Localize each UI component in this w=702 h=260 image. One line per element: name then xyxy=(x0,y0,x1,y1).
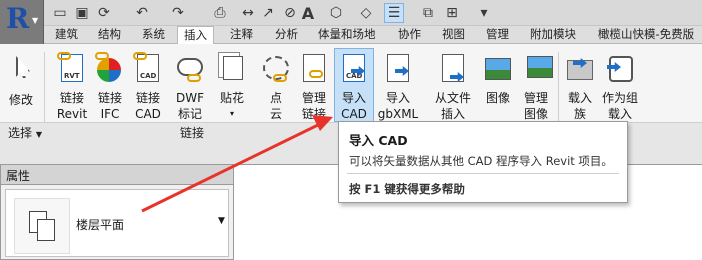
save-icon[interactable]: ▣ xyxy=(72,3,92,23)
point-cloud-button[interactable]: 点 云 xyxy=(258,52,294,122)
modify-label: 修改 xyxy=(8,93,33,107)
image-label: 图像 xyxy=(485,91,510,105)
link-cad-button[interactable]: CAD 链接 CAD xyxy=(130,52,166,122)
load-family-button[interactable]: 载入 族 xyxy=(562,52,598,122)
tab-olive-mountain[interactable]: 橄榄山快模-免费版 xyxy=(598,26,694,44)
select-panel-title[interactable]: 选择 ▼ xyxy=(8,124,42,141)
tag-icon[interactable]: ⊘ xyxy=(280,3,300,23)
link-revit-button[interactable]: RVT 链接 Revit xyxy=(54,52,90,122)
link-ifc-label: 链接 IFC xyxy=(97,91,122,121)
tab-systems[interactable]: 系统 xyxy=(142,26,165,44)
customize-qat-icon[interactable]: ▾ xyxy=(474,3,494,23)
tab-collaborate[interactable]: 协作 xyxy=(398,26,421,44)
import-cad-icon: CAD xyxy=(337,52,371,86)
quick-access-toolbar: R ▼ ▭ ▣ ⟳ ↶ ↷ ⎙ ↔ ↗ ⊘ A ⬡ ◇ ☰ ⧉ ⊞ ▾ xyxy=(0,0,702,44)
chevron-down-icon: ▼ xyxy=(32,16,39,25)
section-icon[interactable]: ◇ xyxy=(356,3,376,23)
manage-images-button[interactable]: 管理 图像 xyxy=(518,52,554,122)
load-as-group-icon xyxy=(603,52,637,86)
tab-add-ins[interactable]: 附加模块 xyxy=(530,26,576,44)
modify-button[interactable]: 修改 xyxy=(6,52,36,108)
tab-massing-site[interactable]: 体量和场地 xyxy=(318,26,376,44)
3d-view-icon[interactable]: ⬡ xyxy=(326,3,346,23)
revit-logo-icon: R xyxy=(6,2,30,35)
decal-icon xyxy=(215,52,249,86)
load-as-group-label: 作为组 载入 xyxy=(601,91,638,121)
properties-palette: 属性 楼层平面 ▼ xyxy=(0,164,234,260)
tab-view[interactable]: 视图 xyxy=(442,26,465,44)
image-icon xyxy=(481,52,515,86)
image-button[interactable]: 图像 xyxy=(480,52,516,106)
import-gbxml-icon xyxy=(381,52,415,86)
decal-dropdown-icon: ▾ xyxy=(229,109,234,118)
insert-from-file-button[interactable]: 从文件 插入 xyxy=(430,52,476,122)
close-windows-icon[interactable]: ⧉ xyxy=(418,3,438,23)
manage-images-label: 管理 图像 xyxy=(523,91,548,121)
manage-links-button[interactable]: 管理 链接 xyxy=(296,52,332,122)
link-ifc-button[interactable]: 链接 IFC xyxy=(92,52,128,122)
decal-button[interactable]: 贴花 ▾ xyxy=(214,52,250,122)
modify-icon xyxy=(6,52,40,86)
open-icon[interactable]: ▭ xyxy=(50,3,70,23)
properties-title: 属性 xyxy=(6,169,31,183)
point-cloud-label: 点 云 xyxy=(269,91,282,121)
sync-icon[interactable]: ⟳ xyxy=(94,3,114,23)
tab-manage[interactable]: 管理 xyxy=(486,26,509,44)
properties-title-bar[interactable]: 属性 xyxy=(1,165,233,185)
link-cad-label: 链接 CAD xyxy=(135,91,161,121)
import-cad-button[interactable]: CAD 导入 CAD xyxy=(336,52,372,122)
print-icon[interactable]: ⎙ xyxy=(210,3,230,23)
undo-icon[interactable]: ↶ xyxy=(132,3,152,23)
insert-from-file-icon xyxy=(436,52,470,86)
redo-icon[interactable]: ↷ xyxy=(168,3,188,23)
tab-structure[interactable]: 结构 xyxy=(98,26,121,44)
dwf-markup-icon xyxy=(173,52,207,86)
tab-annotate[interactable]: 注释 xyxy=(230,26,253,44)
tooltip-divider xyxy=(347,173,619,174)
switch-windows-icon[interactable]: ⊞ xyxy=(442,3,462,23)
application-menu-button[interactable]: R ▼ xyxy=(0,0,44,44)
tab-architecture[interactable]: 建筑 xyxy=(55,26,78,44)
tab-analyze[interactable]: 分析 xyxy=(275,26,298,44)
dwf-markup-button[interactable]: DWF 标记 xyxy=(172,52,208,122)
thin-lines-icon[interactable]: ☰ xyxy=(384,3,404,23)
manage-images-icon xyxy=(519,52,553,86)
load-family-icon xyxy=(563,52,597,86)
load-as-group-button[interactable]: 作为组 载入 xyxy=(600,52,640,122)
floor-plan-thumbnail-icon xyxy=(14,198,70,254)
ribbon-tab-bar: 建筑 结构 系统 插入 注释 分析 体量和场地 协作 视图 管理 附加模块 橄榄… xyxy=(44,26,702,45)
text-icon[interactable]: A xyxy=(298,3,318,23)
type-name: 楼层平面 xyxy=(76,218,125,232)
chevron-down-icon[interactable]: ▼ xyxy=(218,216,225,226)
tab-insert[interactable]: 插入 xyxy=(177,26,214,45)
tooltip-title: 导入 CAD xyxy=(349,133,408,148)
dimension-icon[interactable]: ↗ xyxy=(258,3,278,23)
link-ifc-icon xyxy=(93,52,127,86)
point-cloud-icon xyxy=(259,52,293,86)
panel-divider xyxy=(44,52,45,128)
import-cad-label: 导入 CAD xyxy=(341,91,367,121)
manage-links-label: 管理 链接 xyxy=(301,91,326,121)
link-revit-label: 链接 Revit xyxy=(56,91,88,121)
insert-from-file-label: 从文件 插入 xyxy=(434,91,471,121)
import-cad-tooltip: 导入 CAD 可以将矢量数据从其他 CAD 程序导入 Revit 项目。 按 F… xyxy=(338,121,628,203)
import-gbxml-label: 导入 gbXML xyxy=(377,91,419,121)
import-gbxml-button[interactable]: 导入 gbXML xyxy=(376,52,420,122)
load-family-label: 载入 族 xyxy=(567,91,592,121)
manage-links-icon xyxy=(297,52,331,86)
panel-divider xyxy=(558,52,559,128)
link-cad-icon: CAD xyxy=(131,52,165,86)
select-panel-label: 选择 xyxy=(8,126,33,140)
link-panel-title: 链接 xyxy=(180,126,205,140)
decal-label: 贴花 xyxy=(219,91,244,105)
link-revit-icon: RVT xyxy=(55,52,89,86)
dwf-markup-label: DWF 标记 xyxy=(175,91,204,121)
tooltip-description: 可以将矢量数据从其他 CAD 程序导入 Revit 项目。 xyxy=(349,154,613,168)
type-selector[interactable]: 楼层平面 ▼ xyxy=(5,189,229,257)
chevron-down-icon: ▼ xyxy=(35,130,42,139)
tooltip-help: 按 F1 键获得更多帮助 xyxy=(349,182,465,196)
measure-icon[interactable]: ↔ xyxy=(238,3,258,23)
